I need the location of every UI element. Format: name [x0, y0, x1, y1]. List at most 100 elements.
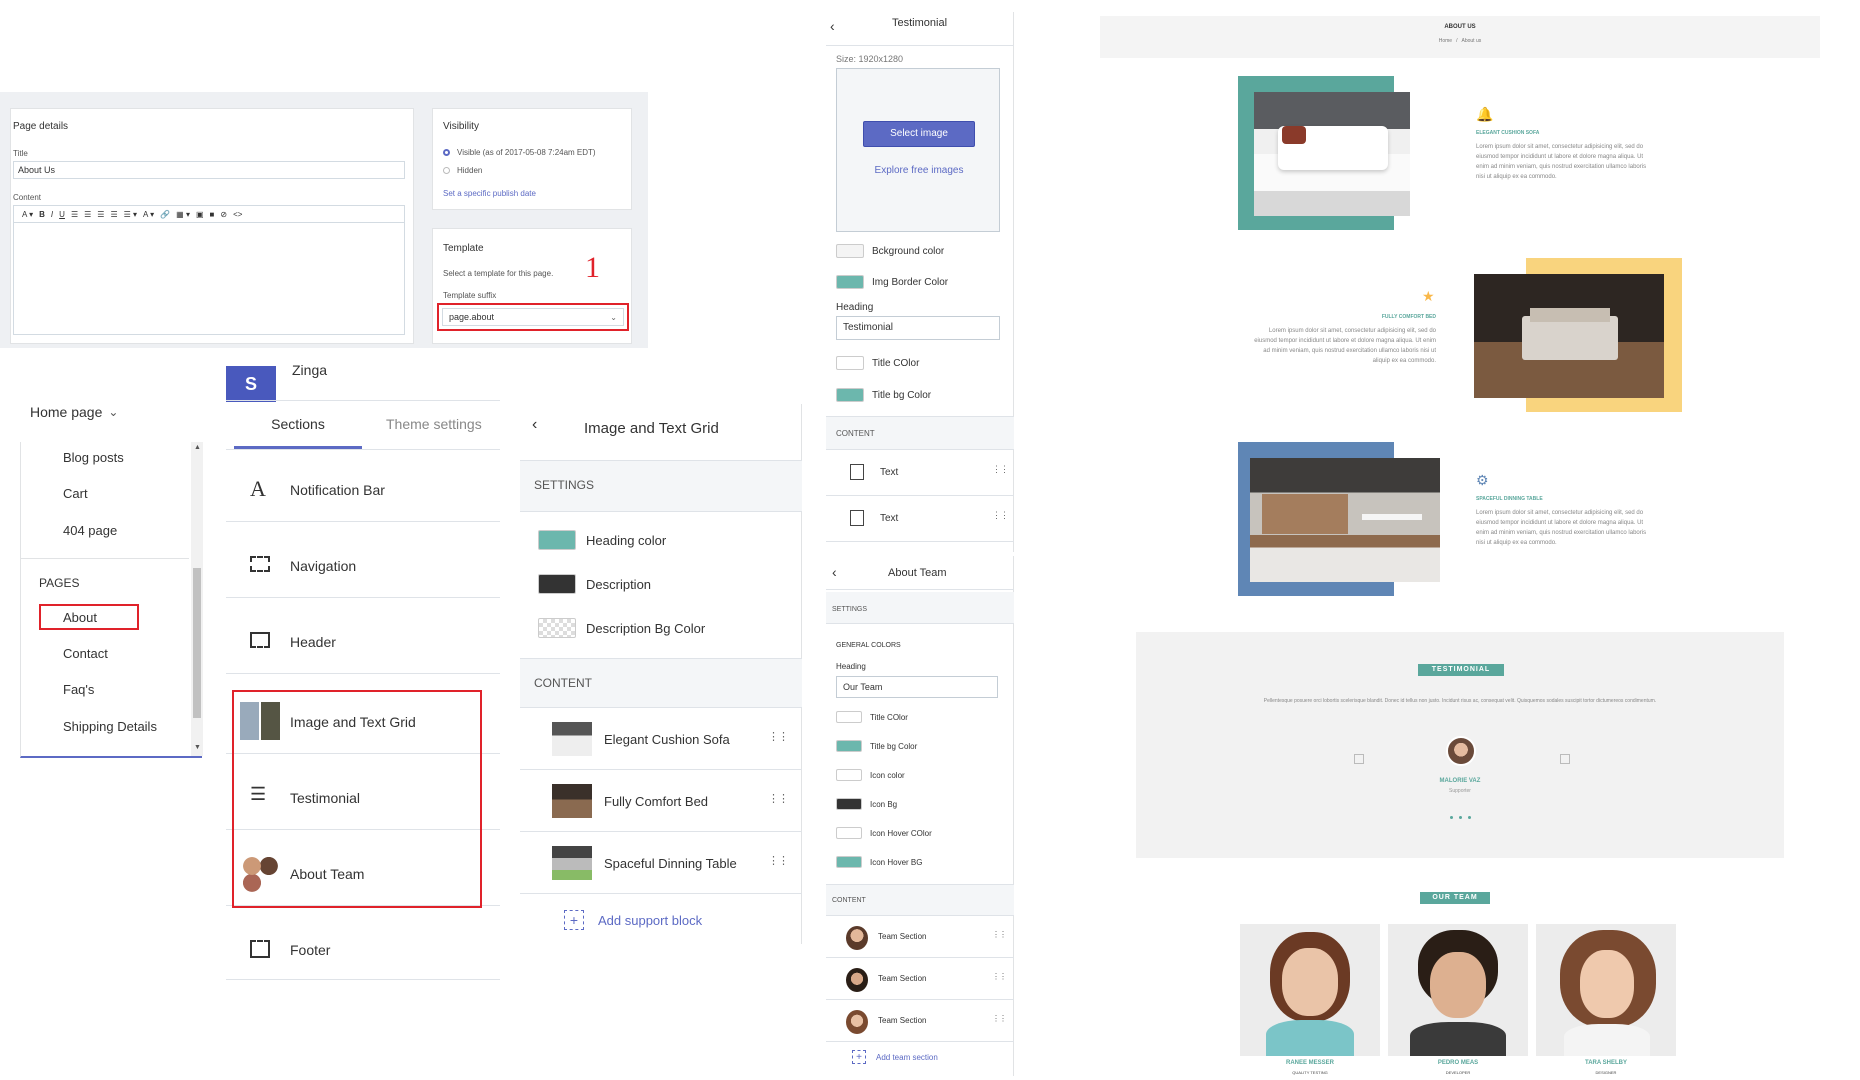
- block-item[interactable]: Team Section ⋮⋮: [826, 918, 1014, 958]
- color-swatch[interactable]: [836, 244, 864, 258]
- setting-icon-bg[interactable]: Icon Bg: [836, 798, 897, 810]
- setting-title-bg[interactable]: Title bg Color: [836, 740, 917, 752]
- color-swatch[interactable]: [836, 275, 864, 289]
- underline-button[interactable]: U: [59, 210, 65, 219]
- tab-theme-settings[interactable]: Theme settings: [386, 416, 482, 432]
- setting-title-color[interactable]: Title COlor: [836, 356, 919, 370]
- color-swatch[interactable]: [836, 711, 862, 723]
- heading-input[interactable]: Our Team: [836, 676, 998, 698]
- drag-handle-icon[interactable]: ⋮⋮: [992, 972, 1007, 981]
- setting-description-bg[interactable]: Description Bg Color: [538, 618, 705, 638]
- setting-title-bg[interactable]: Title bg Color: [836, 388, 931, 402]
- back-arrow-icon[interactable]: ‹: [832, 564, 837, 580]
- page-item-blog-posts[interactable]: Blog posts: [63, 450, 124, 465]
- add-support-block-button[interactable]: + Add support block: [564, 910, 702, 930]
- drag-handle-icon[interactable]: ⋮⋮: [768, 854, 789, 867]
- block-item[interactable]: Text ⋮⋮: [826, 452, 1014, 496]
- visible-radio[interactable]: [443, 149, 450, 156]
- drag-handle-icon[interactable]: ⋮⋮: [768, 792, 789, 805]
- breadcrumb-home[interactable]: Home: [1439, 38, 1452, 44]
- color-swatch[interactable]: [836, 856, 862, 868]
- setting-title-color[interactable]: Title COlor: [836, 711, 908, 723]
- prev-arrow-icon[interactable]: [1354, 754, 1364, 764]
- italic-button[interactable]: I: [51, 210, 53, 219]
- page-item-cart[interactable]: Cart: [63, 486, 88, 501]
- text-color-button[interactable]: A ▾: [143, 210, 154, 219]
- section-item-header[interactable]: Header: [226, 614, 500, 674]
- drag-handle-icon[interactable]: ⋮⋮: [768, 730, 789, 743]
- template-suffix-select[interactable]: page.about ⌄: [437, 303, 629, 331]
- color-swatch[interactable]: [836, 769, 862, 781]
- drag-handle-icon[interactable]: ⋮⋮: [992, 1014, 1007, 1023]
- scroll-up-icon[interactable]: ▲: [194, 444, 201, 451]
- select-image-button[interactable]: Select image: [863, 121, 975, 147]
- heading-input[interactable]: Testimonial: [836, 316, 1000, 340]
- section-item-footer[interactable]: Footer: [226, 924, 500, 980]
- color-swatch[interactable]: [836, 388, 864, 402]
- block-item[interactable]: Spaceful Dinning Table ⋮⋮: [520, 832, 802, 894]
- outdent-button[interactable]: ☰: [110, 210, 117, 219]
- block-item[interactable]: Team Section ⋮⋮: [826, 960, 1014, 1000]
- align-button[interactable]: ☰ ▾: [124, 210, 137, 219]
- block-item[interactable]: Text ⋮⋮: [826, 498, 1014, 542]
- hidden-radio[interactable]: [443, 167, 450, 174]
- drag-handle-icon[interactable]: ⋮⋮: [992, 510, 1009, 521]
- color-swatch[interactable]: [538, 530, 576, 550]
- color-swatch[interactable]: [836, 356, 864, 370]
- color-swatch[interactable]: [836, 740, 862, 752]
- section-item-navigation[interactable]: Navigation: [226, 538, 500, 598]
- clear-format-button[interactable]: ⊘: [220, 210, 227, 219]
- setting-heading-color[interactable]: Heading color: [538, 530, 666, 550]
- title-input[interactable]: About Us: [13, 161, 405, 179]
- section-label: Footer: [290, 942, 331, 958]
- scrollbar[interactable]: ▲ ▼: [191, 442, 203, 756]
- section-item-notification-bar[interactable]: A Notification Bar: [226, 470, 500, 522]
- setting-description[interactable]: Description: [538, 574, 651, 594]
- format-button[interactable]: A ▾: [22, 210, 33, 219]
- block-item[interactable]: Fully Comfort Bed ⋮⋮: [520, 770, 802, 832]
- bold-button[interactable]: B: [39, 210, 45, 219]
- numbered-list-button[interactable]: ☰: [84, 210, 91, 219]
- color-swatch[interactable]: [538, 618, 576, 638]
- explore-free-images-link[interactable]: Explore free images: [837, 165, 1001, 176]
- image-button[interactable]: ▣: [196, 210, 204, 219]
- color-swatch[interactable]: [836, 798, 862, 810]
- back-arrow-icon[interactable]: ‹: [532, 416, 537, 434]
- bullet-list-button[interactable]: ☰: [71, 210, 78, 219]
- page-item-contact[interactable]: Contact: [63, 646, 108, 661]
- table-button[interactable]: ▦ ▾: [176, 210, 190, 219]
- setting-img-border[interactable]: Img Border Color: [836, 275, 948, 289]
- page-selector-dropdown[interactable]: Home page ⌄: [30, 404, 118, 420]
- next-arrow-icon[interactable]: [1560, 754, 1570, 764]
- scrollbar-thumb[interactable]: [193, 568, 201, 718]
- setting-icon-hover-color[interactable]: Icon Hover COlor: [836, 827, 932, 839]
- setting-bg-color[interactable]: Bckground color: [836, 244, 944, 258]
- color-swatch[interactable]: [538, 574, 576, 594]
- block-item[interactable]: Team Section ⋮⋮: [826, 1002, 1014, 1042]
- content-editor[interactable]: [13, 223, 405, 335]
- add-team-section-button[interactable]: + Add team section: [852, 1050, 938, 1064]
- block-item[interactable]: Elegant Cushion Sofa ⋮⋮: [520, 708, 802, 770]
- page-item-shipping[interactable]: Shipping Details: [63, 719, 157, 734]
- publish-date-link[interactable]: Set a specific publish date: [443, 189, 536, 198]
- carousel-dot[interactable]: [1458, 816, 1462, 819]
- video-button[interactable]: ■: [210, 210, 215, 219]
- html-button[interactable]: <>: [233, 210, 242, 219]
- page-item-faqs[interactable]: Faq's: [63, 682, 94, 697]
- back-arrow-icon[interactable]: ‹: [830, 18, 835, 34]
- drag-handle-icon[interactable]: ⋮⋮: [992, 930, 1007, 939]
- carousel-dots[interactable]: [1136, 816, 1784, 819]
- carousel-dot[interactable]: [1449, 816, 1453, 819]
- drag-handle-icon[interactable]: ⋮⋮: [992, 464, 1009, 475]
- setting-icon-hover-bg[interactable]: Icon Hover BG: [836, 856, 922, 868]
- page-item-404[interactable]: 404 page: [63, 523, 117, 538]
- color-swatch[interactable]: [836, 827, 862, 839]
- indent-button[interactable]: ☰: [97, 210, 104, 219]
- tab-sections[interactable]: Sections: [234, 416, 362, 432]
- setting-icon-color[interactable]: Icon color: [836, 769, 905, 781]
- scroll-down-icon[interactable]: ▼: [194, 744, 201, 751]
- image-picker[interactable]: Select image Explore free images: [836, 68, 1000, 232]
- link-button[interactable]: 🔗: [160, 210, 170, 219]
- carousel-dot[interactable]: [1467, 816, 1471, 819]
- page-item-about[interactable]: About: [63, 610, 97, 625]
